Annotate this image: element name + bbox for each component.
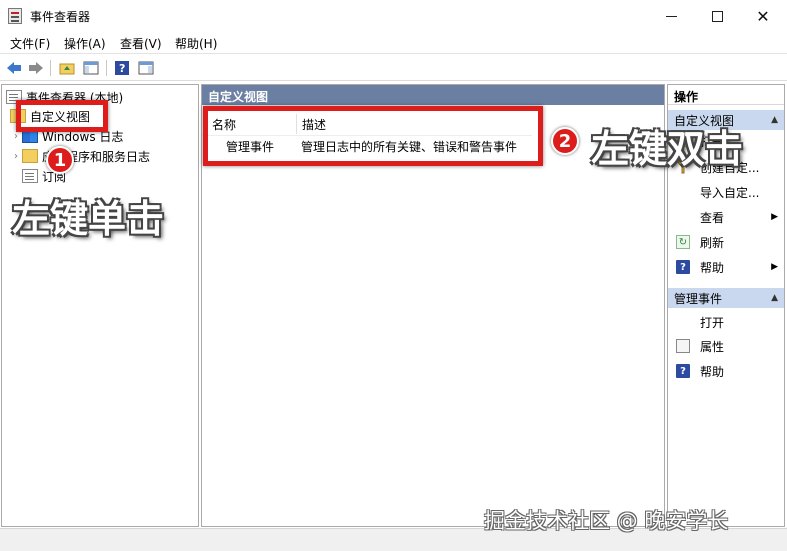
help-icon: ? [676,364,690,378]
title-bar: 事件查看器 ✕ [0,0,787,32]
watermark: 掘金技术社区 @ 晚安学长 [484,509,729,533]
minimize-button[interactable] [648,0,694,32]
console-tree: 事件查看器 (本地) 自定义视图 › Windows 日志 › 应用程序和服务日… [1,84,199,527]
expand-arrow-icon[interactable]: › [10,151,22,162]
maximize-button[interactable] [694,0,740,32]
show-hide-action-pane-button[interactable] [136,58,156,78]
action-open[interactable]: 打开 [668,312,784,332]
action-label: 查看 [700,210,725,225]
step-1-label: 左键单击 [12,197,165,241]
action-label: 打开 [700,315,725,330]
close-icon: ✕ [756,6,770,26]
forward-arrow-icon [29,62,43,74]
action-import-custom[interactable]: 导入自定... [668,182,784,202]
action-label: 导入自定... [700,185,760,200]
menu-action[interactable]: 操作(A) [64,35,106,52]
help-icon: ? [676,260,690,274]
results-pane-header: 自定义视图 [202,85,664,105]
minimize-icon [665,15,677,17]
action-label: 帮助 [700,364,725,379]
highlight-box-admin-events [203,106,543,166]
action-help-2[interactable]: ? 帮助 [668,361,784,381]
app-logs-folder-icon [22,149,38,163]
window-title: 事件查看器 [30,10,91,24]
action-pane-icon [138,61,154,75]
up-folder-button[interactable] [57,58,77,78]
refresh-icon: ↻ [676,235,690,249]
subscriptions-icon [22,169,38,183]
svg-text:?: ? [119,62,125,75]
show-hide-tree-button[interactable] [81,58,101,78]
step-1-badge: 1 [46,146,74,174]
menu-help[interactable]: 帮助(H) [175,35,217,52]
toolbar-separator [50,60,51,76]
toolbar-separator [106,60,107,76]
maximize-icon [711,10,723,22]
step-2-label: 左键双击 [591,127,744,171]
action-label: 刷新 [700,235,725,250]
action-label: 帮助 [700,260,725,275]
menu-bar: 文件(F) 操作(A) 查看(V) 帮助(H) [0,32,787,54]
forward-button[interactable] [26,58,46,78]
expand-arrow-icon[interactable]: › [10,131,22,142]
action-label: 属性 [700,339,725,354]
collapse-triangle-icon[interactable]: ▲ [771,115,778,125]
menu-view[interactable]: 查看(V) [120,35,162,52]
actions-pane-header: 操作 [668,85,784,105]
properties-icon [676,339,690,353]
submenu-arrow-icon: ▶ [771,262,778,272]
back-button[interactable] [4,58,24,78]
action-group-admin-events[interactable]: 管理事件 ▲ [668,288,784,308]
folder-up-icon [59,63,75,75]
console-tree-icon [83,61,99,75]
back-arrow-icon [7,62,21,74]
help-icon: ? [115,61,129,75]
action-group-title: 管理事件 [674,291,723,306]
action-help[interactable]: ? 帮助 ▶ [668,257,784,277]
action-properties[interactable]: 属性 [668,336,784,356]
step-2-badge: 2 [551,127,579,155]
submenu-arrow-icon: ▶ [771,212,778,222]
action-view[interactable]: 查看 ▶ [668,207,784,227]
close-button[interactable]: ✕ [740,0,786,32]
event-viewer-app-icon [8,8,22,24]
menu-file[interactable]: 文件(F) [10,35,50,52]
highlight-box-custom-views [16,100,108,132]
toolbar: ? [0,55,787,81]
action-refresh[interactable]: ↻ 刷新 [668,232,784,252]
collapse-triangle-icon[interactable]: ▲ [771,293,778,303]
help-toolbar-button[interactable]: ? [112,58,132,78]
tree-item-app-service-logs[interactable]: › 应用程序和服务日志 [10,146,150,166]
